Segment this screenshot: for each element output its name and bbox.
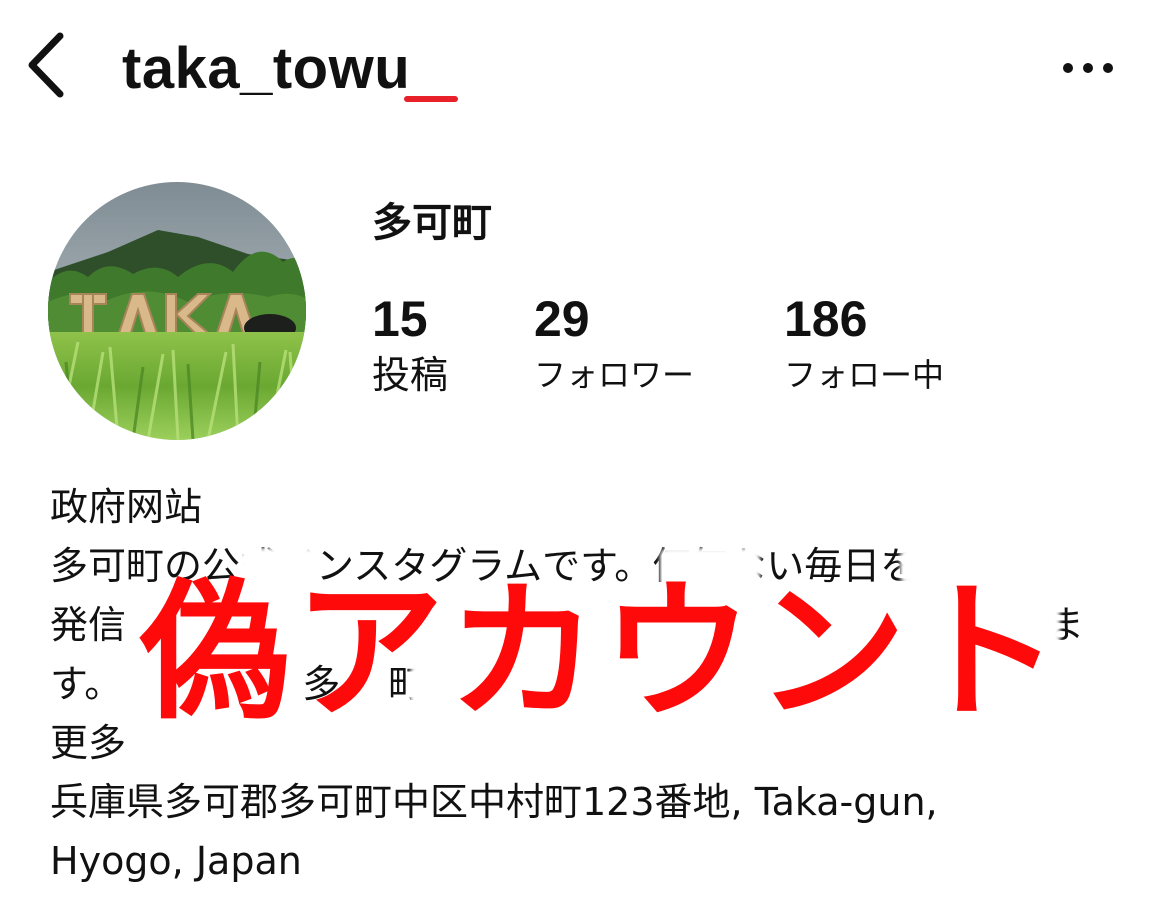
followers-label: フォロワー [534,356,695,394]
bio-category: 政府网站 [50,485,203,529]
following-stat[interactable]: 186 フォロー中 [784,290,944,396]
followers-count: 29 [534,291,590,347]
red-underline-mark [404,96,458,102]
bio-address-2: Hyogo, Japan [50,839,302,883]
followers-stat[interactable]: 29 フォロワー [534,290,694,396]
more-horizontal-icon [1063,63,1113,73]
posts-stat[interactable]: 15 投稿 [372,290,448,396]
profile-header: taka_towu [0,0,1170,130]
more-options-button[interactable] [1060,55,1116,81]
following-label: フォロー中 [784,356,945,394]
posts-label: 投稿 [372,353,449,397]
profile-avatar[interactable] [48,182,306,440]
bio-line-2-start: 発信 [50,603,127,647]
bio-address: 兵庫県多可郡多可町中区中村町123番地, Taka-gun, [50,780,938,824]
fake-account-overlay: 偽アカウント [140,566,1065,740]
back-button[interactable] [22,30,74,100]
chevron-left-icon [28,32,64,98]
posts-count: 15 [372,291,428,347]
bio-line-3-start: す。 [50,662,123,706]
username-title: taka_towu [122,36,411,101]
following-count: 186 [784,291,868,347]
profile-display-name: 多可町 [372,200,492,246]
